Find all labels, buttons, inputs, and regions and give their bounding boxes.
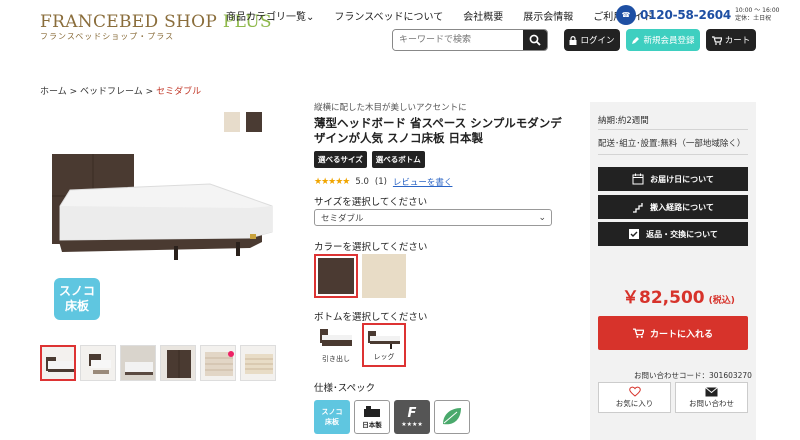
global-nav: 商品カテゴリ一覧⌄ フランスベッドについて 会社概要 展示会情報 ご利用ガイド [226,8,653,23]
tag-selectable-size: 選べるサイズ [314,151,367,168]
calendar-icon [632,173,644,185]
tax-label: (税込) [708,296,735,306]
product-title: 薄型ヘッドボード 省スペース シンプルモダンデザインが人気 スノコ床板 日本製 [314,116,562,145]
heart-icon [628,386,641,397]
checkbox-icon [629,229,640,239]
tel-number: 0120-58-2604 [640,8,732,22]
register-button[interactable]: 新規会員登録 [626,29,700,51]
size-label: サイズを選択してください [314,197,428,208]
size-select[interactable]: セミダブル ⌄ [314,209,552,226]
inquiry-code: お問い合わせコード：301603270 [634,371,752,380]
spec-f4-star-icon: F ★★★★ [394,400,430,434]
thumbnail-1[interactable] [40,345,76,381]
lead-time: 納期:約2週間 [598,116,649,126]
spec-made-in-japan-icon: 日本製 [354,400,390,434]
product-lead: 縦横に配した木目が美しいアクセントに [314,103,467,113]
stairs-icon [633,203,643,213]
nav-categories[interactable]: 商品カテゴリ一覧⌄ [226,8,314,23]
site-header: FRANCEBED SHOP PLUS フランスベッドショップ・プラス 商品カテ… [0,0,800,60]
delivery-route-button[interactable]: 搬入経路について [598,195,748,219]
breadcrumb-sep: > [69,87,78,97]
nav-company[interactable]: 会社概要 [463,8,503,23]
breadcrumb-current: セミダブル [156,87,202,97]
return-exchange-button[interactable]: 返品・交換について [598,222,748,246]
divider [598,154,748,155]
thumbnail-4[interactable] [160,345,196,381]
tag-selectable-bottom: 選べるボトム [371,151,425,168]
review-count: (1) [374,177,387,187]
color-label: カラーを選択してください [314,242,428,253]
color-option-natural[interactable] [362,254,406,298]
phone-icon: ☎ [616,5,636,25]
sunoko-badge: スノコ 床板 [54,278,100,320]
lock-icon [569,35,577,45]
spec-sunoko-icon: スノコ 床板 [314,400,350,434]
thumbnail-2[interactable] [80,345,116,381]
star-rating-icon: ★★★★★ [314,177,350,187]
cart-button[interactable]: カート [706,29,756,51]
rating-row: ★★★★★ 5.0 (1) レビューを書く [314,176,452,188]
bottom-label: ボトムを選択してください [314,312,428,323]
divider [598,129,748,130]
cart-icon [632,328,644,338]
breadcrumb-category[interactable]: ベッドフレーム [80,87,143,97]
nav-exhibition[interactable]: 展示会情報 [523,8,573,23]
thumbnail-3[interactable] [120,345,156,381]
search-icon [529,34,541,46]
logo-subtitle: フランスベッドショップ・プラス [40,32,175,41]
search-button[interactable] [523,30,547,50]
size-select-value: セミダブル [321,213,364,224]
chevron-down-icon: ⌄ [538,212,546,223]
spec-icons: スノコ 床板 日本製 F ★★★★ [314,400,470,434]
inquiry-button[interactable]: お問い合わせ [675,382,748,413]
rating-value: 5.0 [355,177,369,187]
search-input[interactable] [393,30,523,50]
write-review-link[interactable]: レビューを書く [393,176,453,188]
delivery-date-button[interactable]: お届け日について [598,167,748,191]
thumbnail-5[interactable] [200,345,236,381]
color-swatch-dark[interactable] [246,112,262,132]
bottom-option-leg[interactable]: レッグ [362,323,406,367]
add-to-cart-button[interactable]: カートに入れる [598,316,748,350]
tel-hours: 10:00 ～ 16:00 定休：土日祝 [735,7,780,22]
breadcrumb-home[interactable]: ホーム [40,87,67,97]
product-page: FRANCEBED SHOP PLUS フランスベッドショップ・プラス 商品カテ… [0,0,800,440]
envelope-icon [705,386,718,396]
spec-label: 仕様･スペック [314,383,376,394]
cart-icon [711,35,722,45]
nav-about[interactable]: フランスベッドについて [334,8,443,23]
breadcrumb: ホーム > ベッドフレーム > セミダブル [40,84,201,97]
product-tags: 選べるサイズ 選べるボトム [314,151,425,168]
spec-eco-icon [434,400,470,434]
color-swatch-light[interactable] [224,112,240,132]
color-option-dark-brown[interactable] [314,254,358,298]
edit-icon [632,36,640,44]
logo-text: FRANCEBED SHOP [40,12,218,32]
delivery-info: 配送･組立･設置:無料（一部地域除く） [598,139,746,149]
chevron-down-icon: ⌄ [306,12,315,23]
tel-block[interactable]: ☎ 0120-58-2604 10:00 ～ 16:00 定休：土日祝 [616,5,779,25]
price: ￥82,500 (税込) [622,288,735,308]
bottom-option-drawer[interactable]: 引き出し [314,323,358,367]
thumbnail-6[interactable] [240,345,276,381]
favorite-button[interactable]: お気に入り [598,382,671,413]
breadcrumb-sep: > [145,87,154,97]
thumbnail-strip [40,345,276,381]
login-button[interactable]: ログイン [564,29,620,51]
search-box [392,29,548,51]
